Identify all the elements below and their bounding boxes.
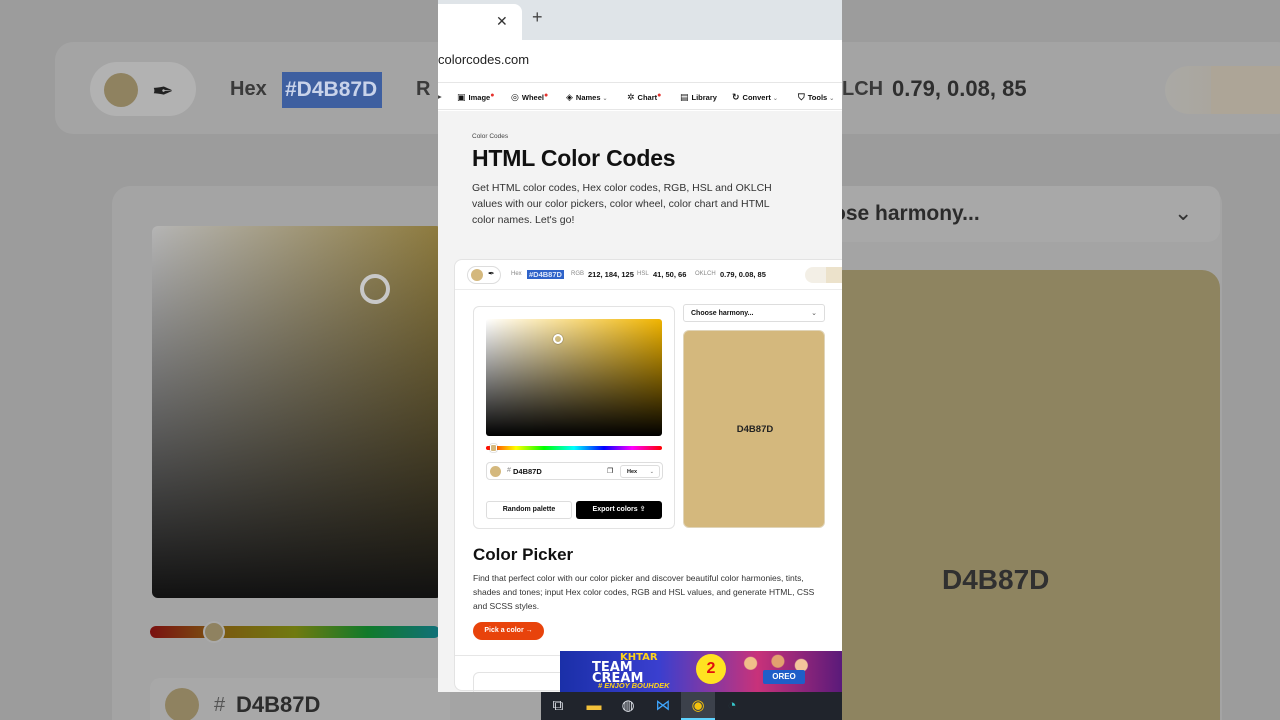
site-nav: ▸ ▣ Image● ◎ Wheel● ◈ Names ⌄ ✲ Chart● ▤ Libra… — [438, 82, 842, 110]
bg-saturation-area — [152, 226, 442, 598]
browser-window: ✕ + colorcodes.com ▸ ▣ Image● ◎ Wheel● ◈ Na… — [438, 0, 842, 692]
hex-value[interactable]: #D4B87D — [527, 270, 564, 279]
rgb-label: RGB — [571, 271, 585, 277]
oklch-label: OKLCH — [695, 271, 716, 277]
page-content: Color Codes HTML Color Codes Get HTML co… — [438, 111, 842, 692]
copy-icon[interactable]: ❐ — [607, 467, 613, 475]
breadcrumb[interactable]: Color Codes — [472, 133, 508, 140]
harmony-placeholder: Choose harmony... — [691, 310, 754, 317]
color-preview-swatch[interactable]: D4B87D — [683, 330, 825, 528]
page-lead: Get HTML color codes, Hex color codes, R… — [472, 182, 772, 226]
bg-oklch-value: 0.79, 0.08, 85 — [892, 76, 1027, 101]
ad-brand-logo: OREO — [763, 670, 805, 684]
bg-hue-knob — [203, 621, 225, 643]
new-tab-button[interactable]: + — [532, 7, 543, 28]
export-colors-button[interactable]: Export colors ⇪ — [576, 501, 662, 519]
rgb-value[interactable]: 212, 184, 125 — [588, 270, 634, 279]
nav-item-chart[interactable]: ✲ Chart● — [627, 92, 661, 103]
color-picker-panel: # D4B87D ❐ Hex ⌄ Random palette Export co… — [473, 306, 675, 529]
harmony-select[interactable]: Choose harmony... ⌄ — [683, 304, 825, 322]
nav-item-image[interactable]: ▣ Image● — [457, 92, 494, 103]
color-tool-card: ✒ Hex #D4B87D RGB 212, 184, 125 HSL 41, … — [454, 259, 842, 692]
close-icon[interactable]: ✕ — [496, 13, 508, 30]
image-icon: ▣ — [457, 92, 466, 102]
ad-line-3: # ENJOY BOUHDEK — [598, 681, 670, 690]
tints-strip[interactable] — [805, 267, 842, 283]
bg-harmony-text: ose harmony... — [833, 202, 980, 225]
section-title: Color Picker — [473, 545, 574, 564]
bg-rgb-label: R — [416, 78, 431, 100]
tag-icon: ◈ — [566, 92, 573, 102]
hex-input-swatch — [490, 466, 501, 477]
picker-handle[interactable] — [553, 334, 563, 344]
pick-a-color-button[interactable]: Pick a color → — [473, 622, 544, 640]
bg-hex-value: #D4B87D — [282, 72, 382, 108]
chart-icon: ✲ — [627, 92, 635, 102]
bg-tints-strip — [1165, 66, 1280, 114]
bg-eyedropper-icon: ✒ — [152, 76, 174, 106]
convert-icon: ↻ — [732, 92, 740, 102]
next-card — [473, 672, 573, 692]
hex-label: Hex — [511, 271, 522, 277]
obs-icon[interactable]: ◍ — [617, 696, 639, 716]
url-text[interactable]: colorcodes.com — [438, 52, 529, 67]
current-color-dot — [471, 269, 483, 281]
tab-strip: ✕ + — [438, 0, 842, 40]
wheel-icon: ◎ — [511, 92, 519, 102]
chevron-down-icon: ⌄ — [811, 310, 817, 317]
bg-chevron-down-icon: ⌄ — [1174, 200, 1193, 225]
chevron-down-icon: ⌄ — [649, 469, 654, 475]
hex-input-value[interactable]: D4B87D — [513, 467, 542, 476]
oklch-value[interactable]: 0.79, 0.08, 85 — [720, 270, 766, 279]
tools-icon: ⛉ — [798, 92, 805, 102]
hsl-value[interactable]: 41, 50, 66 — [653, 270, 686, 279]
hash-symbol: # — [507, 467, 511, 474]
nav-item-library[interactable]: ▤ Library — [680, 92, 717, 103]
bg-hue-slider — [150, 626, 440, 638]
page-title: HTML Color Codes — [472, 145, 676, 171]
eyedropper-icon[interactable]: ✒ — [488, 269, 495, 278]
nav-item-wheel[interactable]: ◎ Wheel● — [511, 92, 548, 103]
ad-number-badge: 2 — [696, 654, 726, 684]
edge-icon[interactable]: ◔ — [721, 696, 743, 716]
hex-input[interactable]: # D4B87D ❐ Hex ⌄ — [486, 462, 663, 480]
format-select[interactable]: Hex ⌄ — [620, 465, 660, 478]
hue-slider[interactable] — [486, 446, 662, 450]
nav-item-convert[interactable]: ↻ Convert ⌄ — [732, 92, 778, 103]
hue-slider-handle[interactable] — [490, 444, 497, 452]
bg-input-dot — [165, 688, 199, 720]
ad-banner[interactable]: KHTAR TEAM CREAM # ENJOY BOUHDEK 2 OREO — [560, 651, 842, 692]
bg-input-value: D4B87D — [236, 692, 321, 717]
saturation-value-area[interactable] — [486, 319, 662, 436]
file-explorer-icon[interactable]: ▬ — [583, 696, 605, 716]
bg-picker-ring — [360, 274, 390, 304]
section-body: Find that perfect color with our color p… — [473, 573, 815, 611]
nav-scroll-hint: ▸ — [438, 92, 442, 101]
bg-hash: # — [214, 694, 226, 716]
bg-big-label: D4B87D — [942, 564, 1050, 595]
bg-color-dot — [104, 73, 138, 107]
chrome-icon[interactable]: ◉ — [687, 696, 709, 716]
bg-hex-label: Hex — [230, 78, 267, 100]
nav-item-names[interactable]: ◈ Names ⌄ — [566, 92, 608, 103]
hsl-label: HSL — [637, 271, 649, 277]
bg-oklch-label: LCH — [842, 78, 884, 100]
task-view-icon[interactable]: ⧉ — [547, 696, 569, 716]
active-tab[interactable]: ✕ — [438, 4, 522, 40]
nav-item-tools[interactable]: ⛉ Tools ⌄ — [798, 92, 834, 103]
bg-big-swatch — [825, 270, 1220, 720]
library-icon: ▤ — [680, 92, 689, 102]
preview-hex-label: D4B87D — [736, 424, 774, 435]
random-palette-button[interactable]: Random palette — [486, 501, 572, 519]
color-values-bar: ✒ Hex #D4B87D RGB 212, 184, 125 HSL 41, … — [455, 260, 842, 290]
taskbar: ⧉ ▬ ◍ ⋈ ◉ ◔ — [541, 692, 842, 720]
vscode-icon[interactable]: ⋈ — [652, 696, 674, 716]
